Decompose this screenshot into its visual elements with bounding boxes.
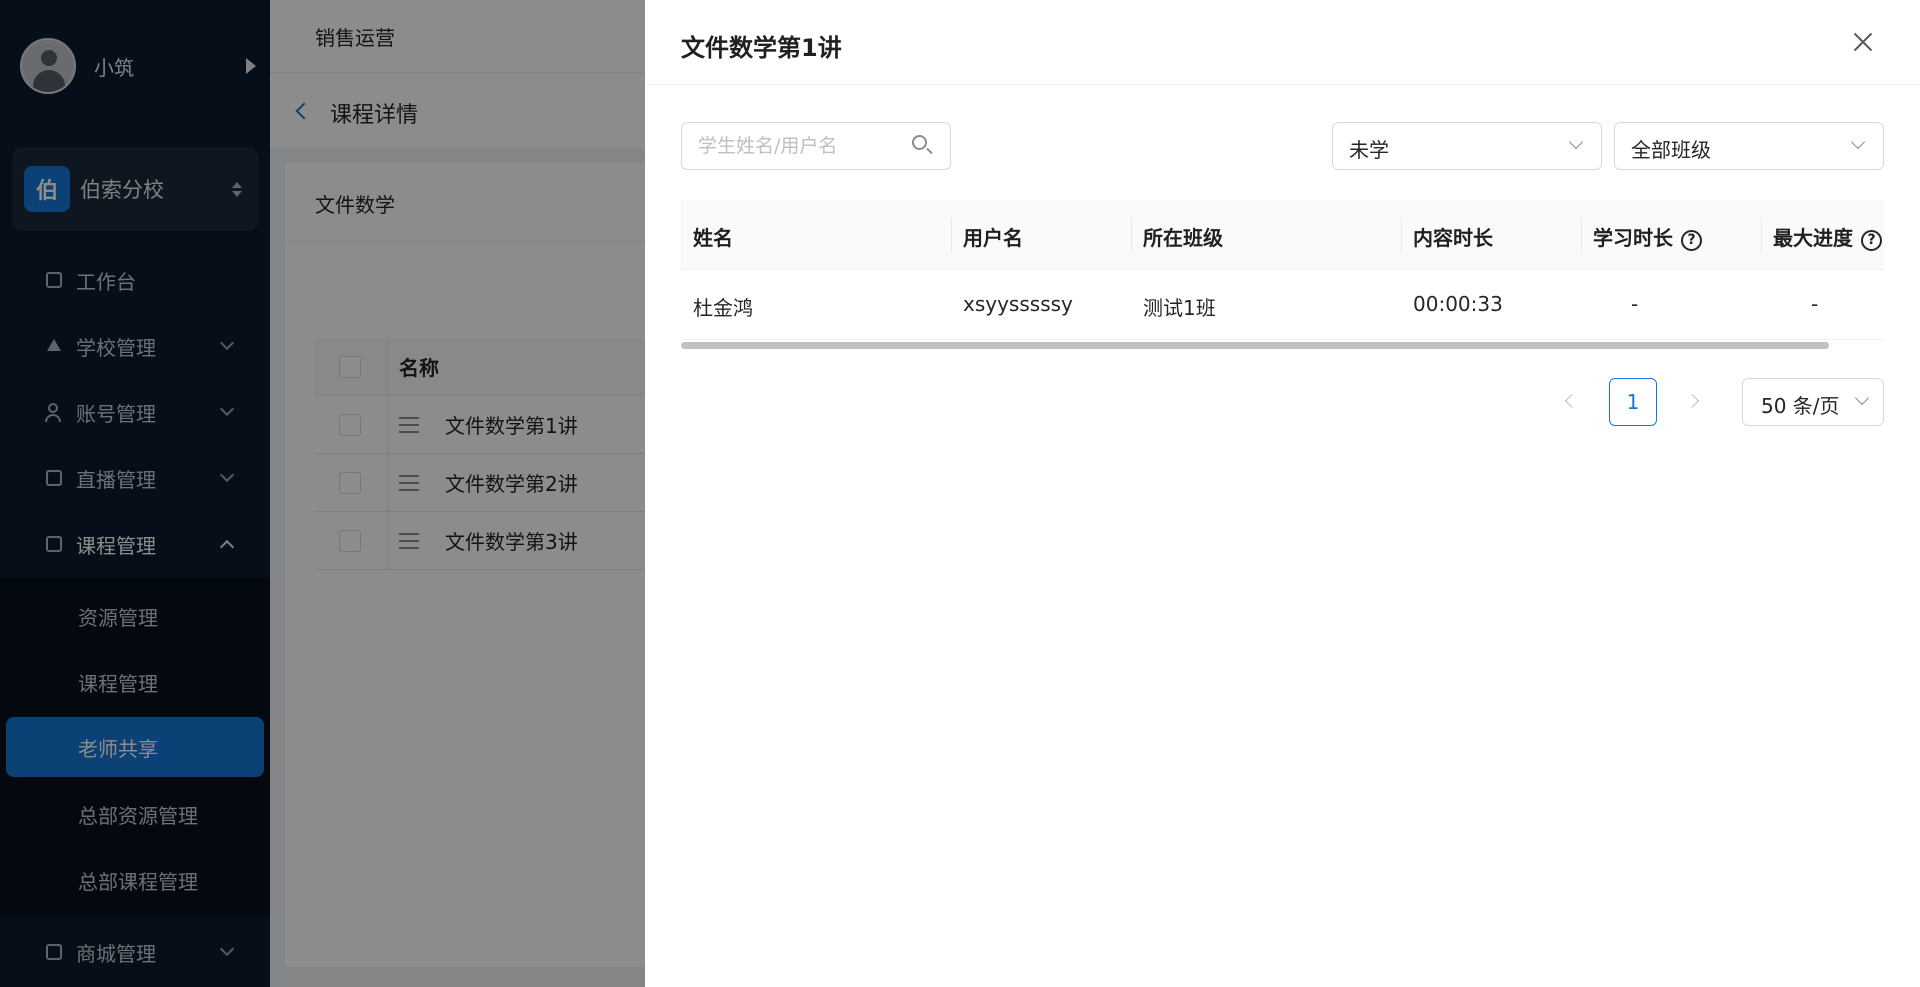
search-icon[interactable] (912, 135, 934, 157)
student-table: 姓名 用户名 所在班级 内容时长 学习时长? 最大进度? 杜金鸿 xsyysss… (681, 200, 1884, 348)
prev-page-icon[interactable] (1564, 393, 1580, 409)
column-header-max-progress: 最大进度? (1773, 222, 1882, 251)
status-select[interactable]: 未学 (1332, 122, 1602, 170)
cell-username: xsyysssssy (963, 292, 1073, 316)
search-field[interactable] (681, 122, 951, 170)
cell-name: 杜金鸿 (693, 296, 753, 320)
column-header-username: 用户名 (963, 226, 1023, 250)
chevron-down-icon (1850, 134, 1866, 150)
page-number[interactable]: 1 (1609, 378, 1657, 426)
drawer-header: 文件数学第1讲 (645, 0, 1920, 85)
column-header-content-duration: 内容时长 (1413, 226, 1493, 250)
drawer-title: 文件数学第1讲 (681, 34, 842, 62)
close-icon[interactable] (1851, 30, 1875, 54)
search-input[interactable] (698, 133, 908, 159)
column-header-name: 姓名 (693, 226, 733, 250)
column-header-study-duration: 学习时长? (1593, 222, 1702, 251)
column-header-class: 所在班级 (1143, 226, 1223, 250)
cell-content-duration: 00:00:33 (1413, 292, 1503, 316)
chevron-down-icon (1568, 134, 1584, 150)
cell-class: 测试1班 (1143, 296, 1216, 320)
column-header-study-duration-label: 学习时长 (1593, 226, 1673, 250)
help-icon[interactable]: ? (1681, 230, 1702, 251)
table-header: 姓名 用户名 所在班级 内容时长 学习时长? 最大进度? (681, 200, 1884, 270)
class-select-value: 全部班级 (1631, 138, 1711, 162)
table-row[interactable]: 杜金鸿 xsyysssssy 测试1班 00:00:33 - - (681, 270, 1884, 340)
status-select-value: 未学 (1349, 138, 1389, 162)
page-size-value: 50 条/页 (1761, 394, 1840, 418)
chevron-down-icon (1854, 390, 1870, 406)
horizontal-scrollbar[interactable] (681, 342, 1829, 349)
drawer: 文件数学第1讲 未学 全部班级 姓名 用户名 所在班级 内容时长 学习时长? 最… (645, 0, 1920, 987)
class-select[interactable]: 全部班级 (1614, 122, 1884, 170)
page-size-select[interactable]: 50 条/页 (1742, 378, 1884, 426)
column-header-max-progress-label: 最大进度 (1773, 226, 1853, 250)
next-page-icon[interactable] (1684, 393, 1700, 409)
cell-max-progress: - (1811, 292, 1819, 316)
cell-study-duration: - (1631, 292, 1639, 316)
help-icon[interactable]: ? (1861, 230, 1882, 251)
